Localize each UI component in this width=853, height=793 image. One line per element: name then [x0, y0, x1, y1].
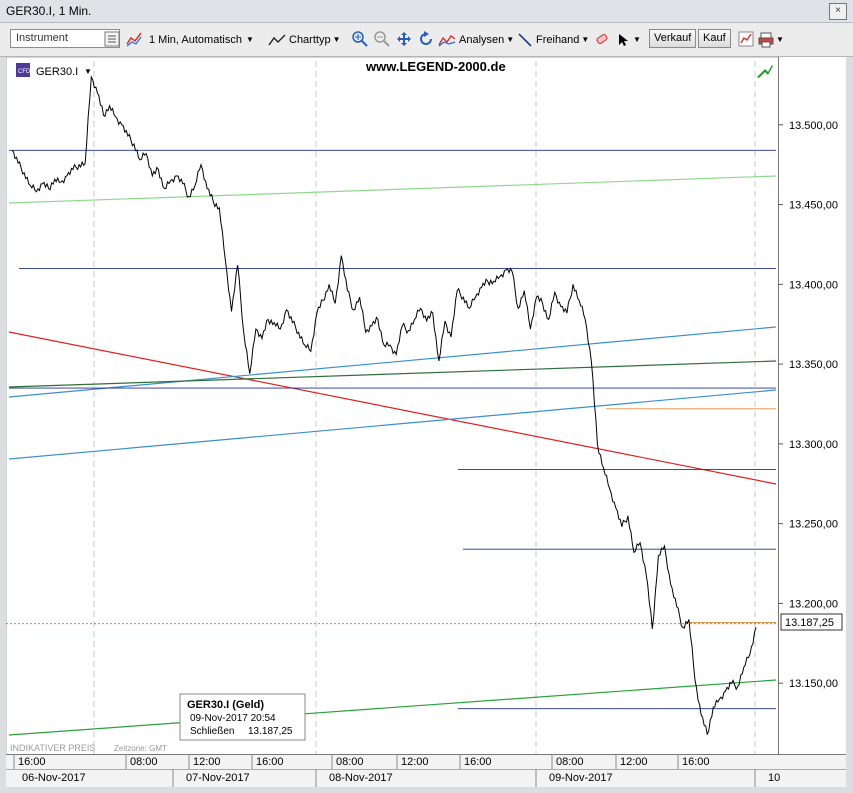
y-tick-label: 13.200,00 — [789, 598, 838, 610]
buy-button[interactable]: Kauf — [698, 29, 731, 48]
tooltip-close-label: Schließen — [190, 726, 234, 737]
chevron-down-icon: ▼ — [581, 35, 590, 44]
zoom-in-icon[interactable] — [352, 31, 368, 47]
charttype-dropdown[interactable]: Charttyp ▼ — [268, 23, 341, 56]
price-chart[interactable]: 13.150,00 13.200,00 13.250,00 13.300,00 13.3… — [5, 56, 847, 788]
interval-dropdown[interactable]: 1 Min, Automatisch ▼ — [149, 23, 254, 56]
reset-icon[interactable] — [418, 31, 434, 47]
chart-settings-icon[interactable] — [738, 31, 754, 47]
tooltip-datetime: 09-Nov-2017 20:54 — [190, 713, 276, 724]
analysen-label: Analysen — [459, 33, 505, 46]
chevron-down-icon: ▼ — [506, 35, 515, 44]
x-tick-label: 12:00 — [620, 756, 648, 768]
x-tick-label: 12:00 — [401, 756, 429, 768]
charttype-label: Charttyp — [289, 33, 331, 46]
instrument-picker-icon[interactable] — [104, 31, 120, 47]
cfd-badge: CFD — [18, 69, 31, 75]
sell-button[interactable]: Verkauf — [649, 29, 697, 48]
toolbar: Instrument 1 Min, Automatisch ▼ Charttyp… — [0, 23, 853, 57]
chevron-down-icon: ▼ — [332, 35, 341, 44]
x-tick-label: 08:00 — [130, 756, 158, 768]
close-button[interactable]: × — [829, 3, 847, 20]
y-tick-label: 13.450,00 — [789, 200, 838, 212]
eraser-icon[interactable] — [594, 31, 610, 47]
symbol-label[interactable]: GER30.I — [36, 66, 78, 78]
y-tick-label: 13.150,00 — [789, 678, 838, 690]
x-tick-label: 12:00 — [193, 756, 221, 768]
chart-area[interactable]: 13.150,00 13.200,00 13.250,00 13.300,00 13.3… — [5, 56, 847, 788]
date-label: 10 — [768, 772, 780, 784]
chart-window: GER30.I, 1 Min. × Instrument 1 Min, Auto… — [0, 0, 853, 793]
x-tick-label: 08:00 — [336, 756, 364, 768]
watermark-text: www.LEGEND-2000.de — [365, 59, 506, 74]
date-label: 07-Nov-2017 — [186, 772, 250, 784]
line-chart-icon — [268, 34, 286, 45]
cursor-icon — [619, 33, 628, 46]
y-tick-label: 13.250,00 — [789, 519, 838, 531]
draw-line-icon — [518, 32, 532, 47]
cursor-dropdown[interactable]: ▼ — [617, 23, 641, 56]
tooltip-close-value: 13.187,25 — [248, 726, 293, 737]
chevron-down-icon: ▼ — [776, 35, 784, 44]
analysis-icon — [438, 34, 456, 46]
zoom-out-icon[interactable] — [374, 31, 390, 47]
x-tick-label: 16:00 — [18, 756, 46, 768]
chevron-down-icon[interactable]: ▼ — [84, 67, 92, 76]
x-tick-label: 08:00 — [556, 756, 584, 768]
tooltip-title: GER30.I (Geld) — [187, 699, 264, 711]
freihand-dropdown[interactable]: Freihand ▼ — [517, 23, 589, 56]
chevron-down-icon: ▼ — [245, 35, 254, 44]
date-label: 08-Nov-2017 — [329, 772, 393, 784]
y-tick-label: 13.400,00 — [789, 279, 838, 291]
date-label: 06-Nov-2017 — [22, 772, 86, 784]
current-price-label: 13.187,25 — [785, 617, 834, 629]
analysen-dropdown[interactable]: Analysen ▼ — [438, 23, 514, 56]
interval-label: 1 Min, Automatisch — [149, 33, 242, 46]
y-tick-label: 13.350,00 — [789, 359, 838, 371]
date-label: 09-Nov-2017 — [549, 772, 613, 784]
y-tick-label: 13.300,00 — [789, 439, 838, 451]
y-axis-area — [779, 57, 846, 754]
chevron-down-icon: ▼ — [633, 35, 641, 44]
window-title: GER30.I, 1 Min. — [6, 4, 92, 18]
x-tick-label: 16:00 — [464, 756, 492, 768]
x-tick-label: 16:00 — [682, 756, 710, 768]
add-chart-icon[interactable] — [126, 31, 142, 47]
x-tick-label: 16:00 — [256, 756, 284, 768]
print-icon — [758, 32, 774, 47]
title-bar: GER30.I, 1 Min. × — [0, 0, 853, 23]
move-icon[interactable] — [396, 31, 412, 47]
indicative-price-label: INDIKATIVER PREIS — [10, 743, 95, 753]
freihand-label: Freihand — [536, 33, 580, 46]
print-dropdown[interactable]: ▼ — [758, 23, 784, 56]
timezone-label: Zeitzone: GMT — [114, 744, 167, 753]
info-tooltip: GER30.I (Geld) 09-Nov-2017 20:54 Schließ… — [179, 693, 306, 741]
y-tick-label: 13.500,00 — [789, 120, 838, 132]
